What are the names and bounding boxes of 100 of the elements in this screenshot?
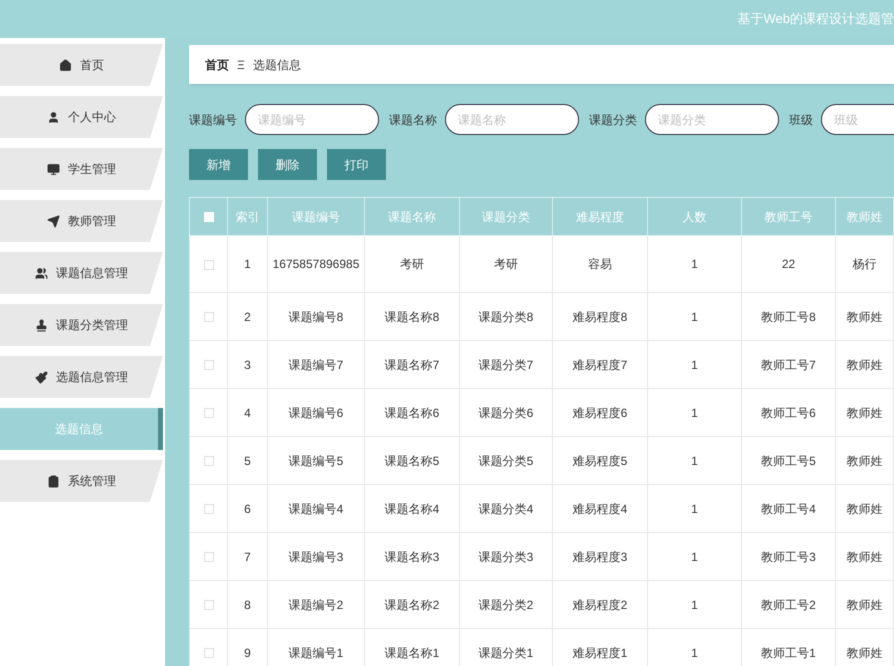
action-button[interactable]: 删除 (258, 149, 317, 180)
row-checkbox[interactable] (204, 360, 214, 370)
breadcrumb-home[interactable]: 首页 (205, 56, 229, 74)
table-cell: 考研 (400, 257, 424, 272)
table-cell: 课题分类7 (478, 358, 534, 372)
table-cell: 教师工号1 (761, 646, 816, 660)
table-cell: 1675857896985 (272, 257, 360, 272)
row-checkbox[interactable] (204, 312, 214, 322)
action-button[interactable]: 新增 (189, 149, 248, 180)
search-label: 课题名称 (389, 112, 437, 129)
sidebar-item[interactable]: 首页 (0, 44, 163, 86)
table-cell: 9 (244, 646, 251, 660)
sidebar-item[interactable]: 教师管理 (0, 200, 163, 242)
table-cell: 教师姓 (846, 646, 882, 660)
menu-icon (47, 110, 60, 124)
menu-icon (35, 370, 48, 384)
table-cell: 教师工号8 (761, 310, 816, 324)
table-cell: 教师工号7 (761, 358, 816, 372)
sidebar-item[interactable]: 课题信息管理 (0, 252, 163, 294)
sidebar-item[interactable]: 课题分类管理 (0, 304, 163, 346)
table-cell: 课题分类1 (478, 646, 534, 660)
menu-icon (35, 318, 48, 332)
table-cell: 难易程度6 (572, 406, 628, 420)
menu-icon (47, 162, 60, 176)
row-checkbox[interactable] (204, 408, 214, 418)
table-cell: 7 (244, 550, 251, 564)
table-cell: 教师姓 (846, 310, 882, 324)
table-cell: 课题名称1 (384, 646, 440, 660)
table-cell: 难易程度7 (572, 358, 628, 372)
sidebar-item[interactable]: 个人中心 (0, 96, 163, 138)
table-cell: 课题名称7 (384, 358, 440, 372)
menu-icon (35, 266, 48, 280)
table-cell: 难易程度1 (572, 646, 628, 660)
row-checkbox[interactable] (204, 504, 214, 514)
table-cell: 1 (691, 406, 698, 420)
table-cell: 课题编号7 (288, 358, 344, 372)
search-label: 班级 (789, 112, 813, 129)
table-cell: 课题分类2 (478, 598, 534, 612)
sidebar-item[interactable]: 学生管理 (0, 148, 163, 190)
table-cell: 2 (244, 310, 251, 324)
table-cell: 3 (244, 358, 251, 372)
table-cell: 课题名称6 (384, 406, 440, 420)
menu-icon (47, 214, 60, 228)
table-cell: 课题名称2 (384, 598, 440, 612)
sidebar-item[interactable]: 系统管理 (0, 460, 163, 502)
table-cell: 课题编号8 (288, 310, 344, 324)
table-cell: 课题名称8 (384, 310, 440, 324)
table-cell: 课题编号1 (288, 646, 344, 660)
table-cell: 1 (244, 257, 251, 272)
table-cell: 容易 (588, 257, 612, 272)
table-cell: 课题编号4 (288, 502, 344, 516)
table-cell: 杨行 (852, 257, 876, 272)
table-cell: 4 (244, 406, 251, 420)
table-cell: 22 (782, 257, 796, 272)
table-cell: 课题分类4 (478, 502, 534, 516)
table-cell: 教师姓 (846, 550, 882, 564)
row-checkbox[interactable] (204, 552, 214, 562)
table-cell: 6 (244, 502, 251, 516)
table-cell: 1 (691, 257, 698, 272)
search-field[interactable]: 课题名称 (445, 104, 579, 136)
table-cell: 教师姓 (846, 502, 882, 516)
table-cell: 8 (244, 598, 251, 612)
table-cell: 课题分类5 (478, 454, 534, 468)
row-checkbox[interactable] (204, 456, 214, 466)
table-cell: 教师工号4 (761, 502, 816, 516)
table-cell: 教师工号2 (761, 598, 816, 612)
table-cell: 难易程度4 (572, 502, 628, 516)
table-cell: 难易程度8 (572, 310, 628, 324)
table-cell: 教师姓 (846, 454, 882, 468)
table-cell: 1 (691, 310, 698, 324)
table-cell: 1 (691, 646, 698, 660)
breadcrumb-current: 选题信息 (252, 56, 301, 74)
search-label: 课题编号 (189, 112, 237, 129)
row-checkbox[interactable] (204, 600, 214, 610)
row-checkbox[interactable] (204, 648, 214, 658)
system-title: 基于Web的课程设计选题管 (738, 10, 894, 28)
table-cell: 教师工号5 (761, 454, 816, 468)
search-field[interactable]: 班级 (821, 104, 894, 136)
sidebar-item[interactable]: 选题信息管理 (0, 356, 163, 398)
table-cell: 1 (691, 598, 698, 612)
table-cell: 教师工号3 (761, 550, 816, 564)
table-cell: 课题名称4 (384, 502, 440, 516)
table-cell: 课题名称3 (384, 550, 440, 564)
search-field[interactable]: 课题编号 (245, 104, 379, 136)
table-cell: 教师姓 (846, 598, 882, 612)
select-all-checkbox[interactable] (204, 212, 214, 222)
table-cell: 课题分类3 (478, 550, 534, 564)
row-checkbox[interactable] (204, 260, 214, 270)
table-cell: 课题分类6 (478, 406, 534, 420)
action-button[interactable]: 打印 (327, 149, 386, 180)
table-cell: 课题编号6 (288, 406, 344, 420)
breadcrumb-separator: Ξ (237, 56, 245, 74)
table-cell: 难易程度5 (572, 454, 628, 468)
table-cell: 难易程度3 (572, 550, 628, 564)
table-cell: 课题编号5 (288, 454, 344, 468)
table-cell: 5 (244, 454, 251, 468)
search-field[interactable]: 课题分类 (645, 104, 779, 136)
menu-icon (59, 58, 72, 72)
table-cell: 难易程度2 (572, 598, 628, 612)
table-cell: 课题编号2 (288, 598, 344, 612)
